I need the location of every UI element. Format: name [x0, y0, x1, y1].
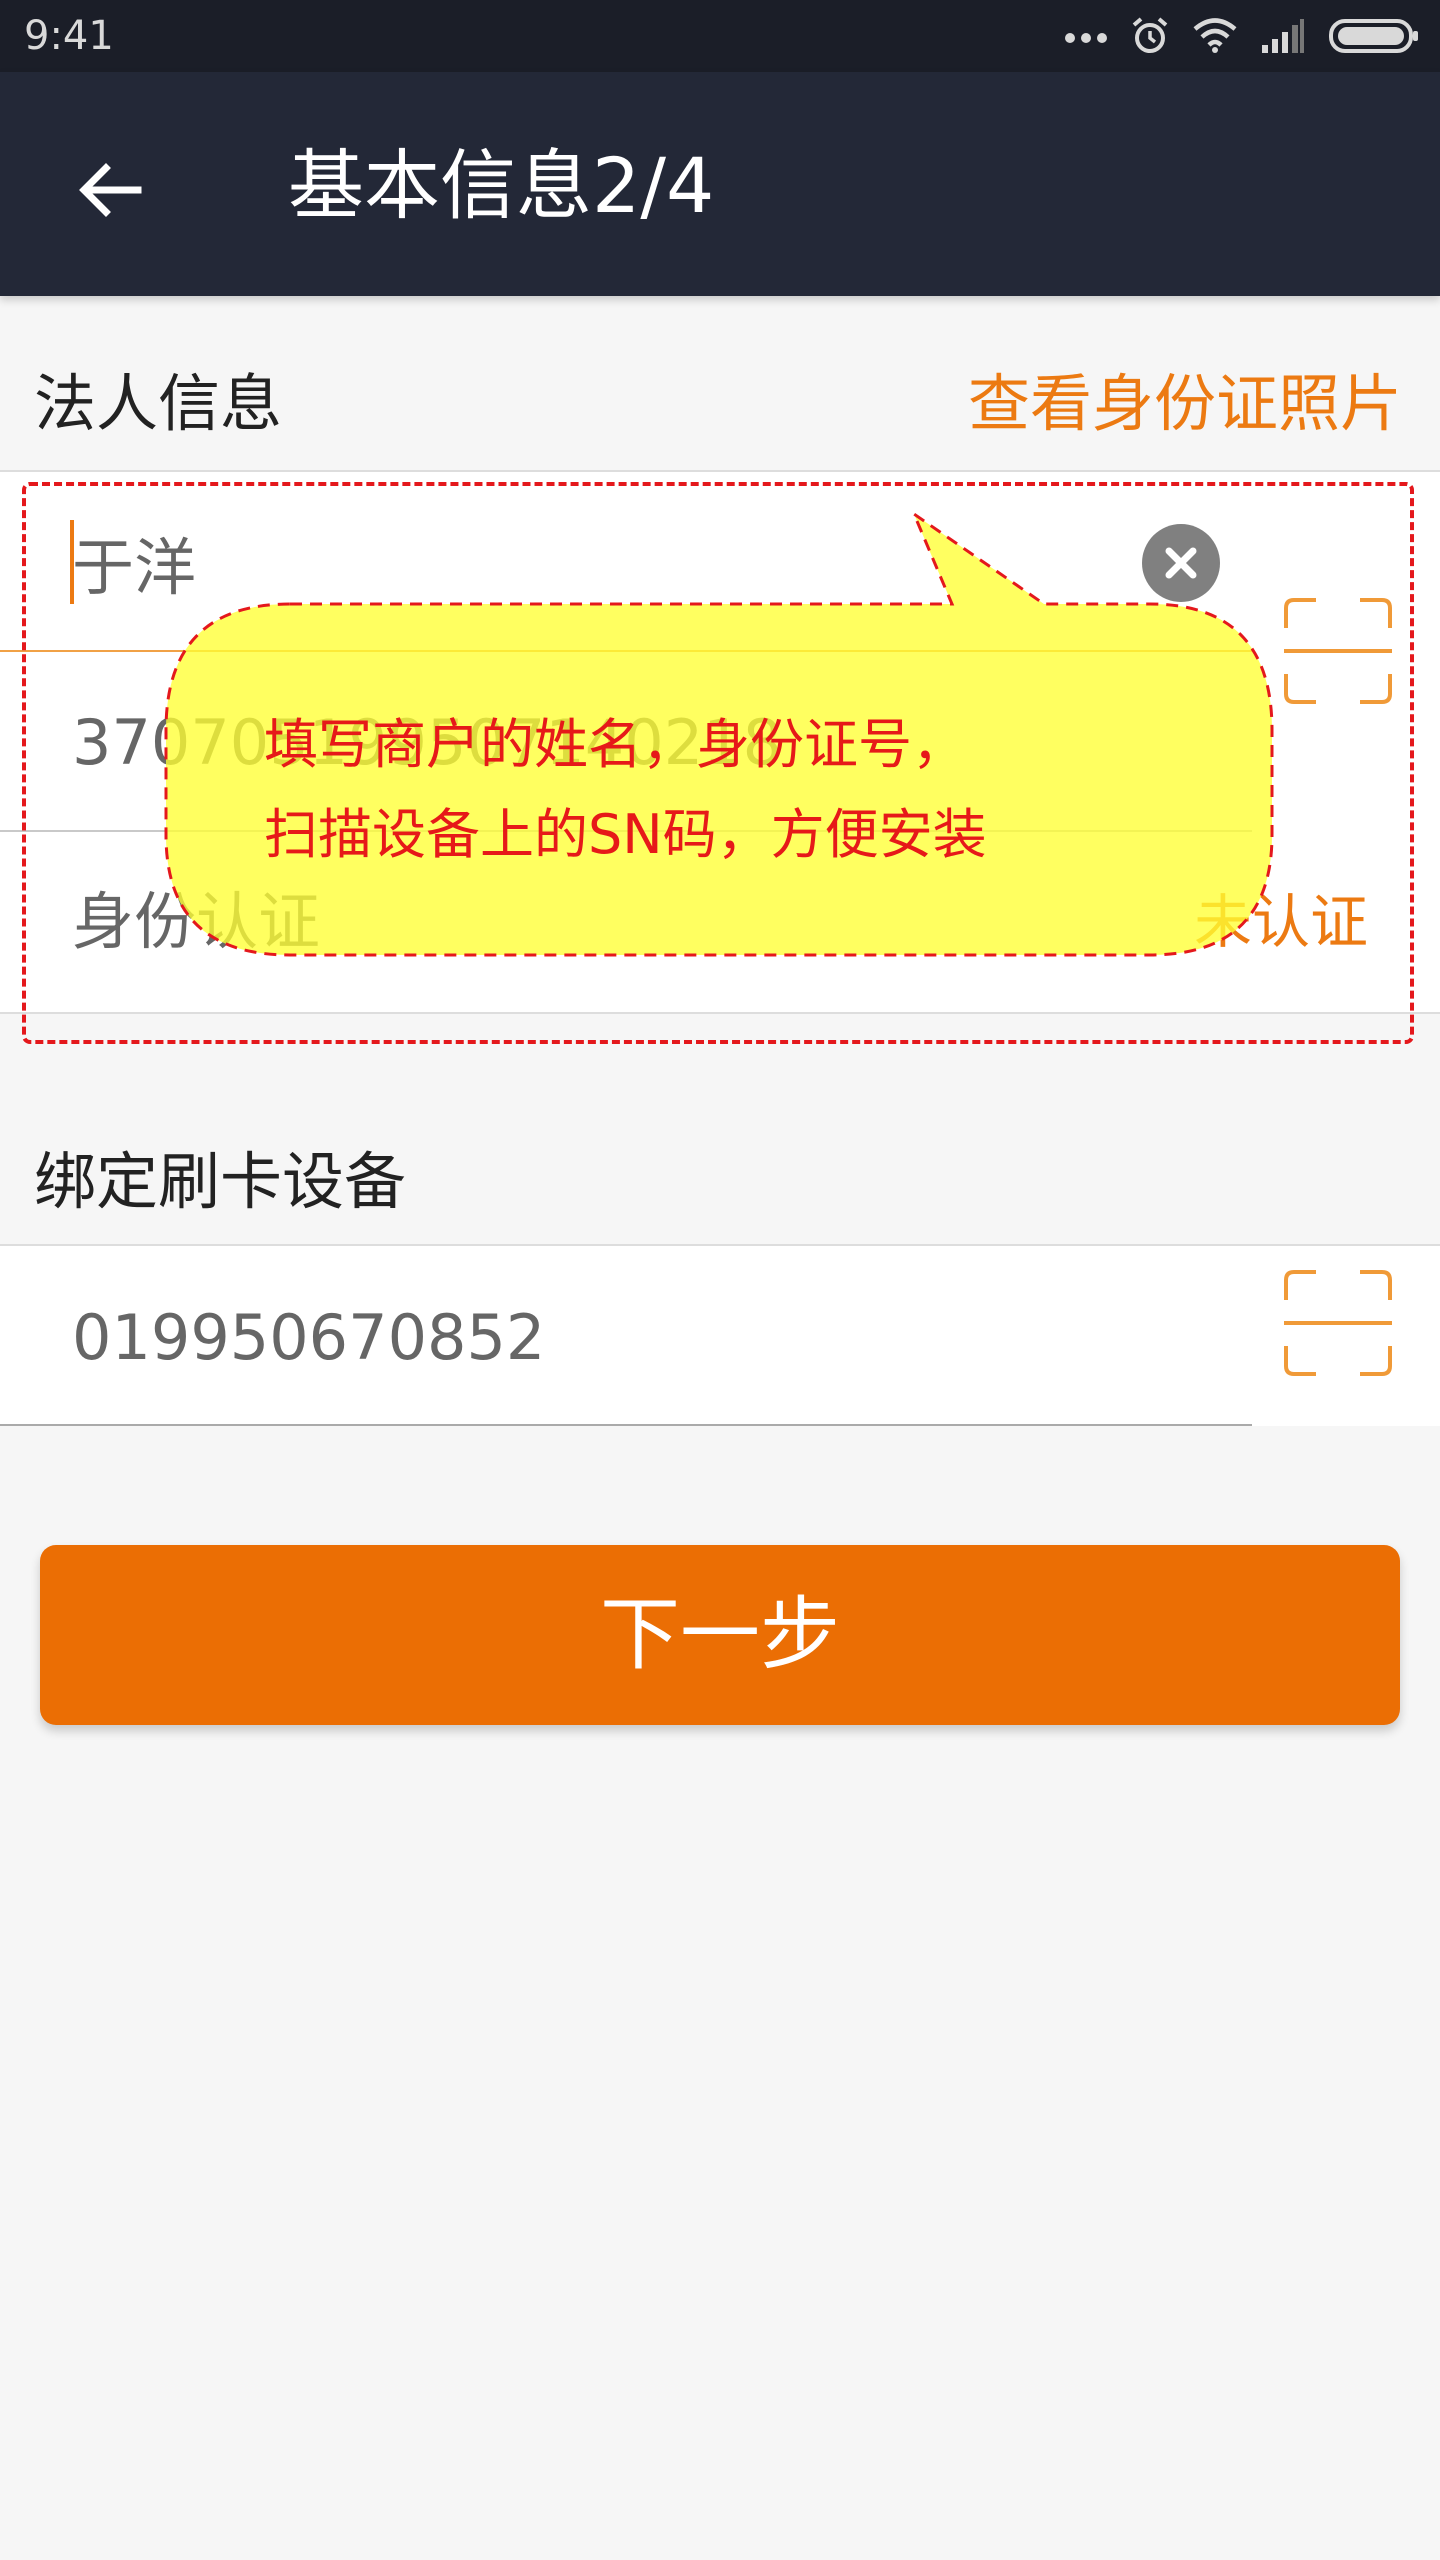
name-input[interactable]: 于洋	[72, 528, 196, 608]
legal-card-bottom-divider	[0, 1012, 1440, 1014]
name-input-row[interactable]: 于洋	[0, 490, 1250, 650]
battery-icon	[1329, 19, 1418, 53]
device-header: 绑定刷卡设备	[0, 1072, 1440, 1248]
scan-device-button[interactable]	[1284, 1270, 1392, 1376]
device-section-title: 绑定刷卡设备	[34, 1145, 407, 1218]
scan-icon	[1284, 598, 1392, 704]
device-sn-input[interactable]: 019950670852	[72, 1298, 545, 1378]
identity-verify-label: 身份认证	[72, 885, 321, 958]
view-id-photo-link[interactable]: 查看身份证照片	[968, 364, 1402, 444]
more-dots-icon	[1065, 33, 1107, 43]
device-sn-row[interactable]: 019950670852	[0, 1246, 1440, 1426]
legal-info-header: 法人信息 查看身份证照片	[0, 296, 1440, 472]
annotation-line-2: 扫描设备上的SN码，方便安装	[264, 803, 987, 866]
status-bar: 9:41	[0, 0, 1440, 72]
wifi-icon	[1193, 18, 1237, 53]
scan-icon	[1284, 1270, 1392, 1376]
scan-id-button[interactable]	[1284, 598, 1392, 704]
signal-icon	[1262, 19, 1304, 53]
status-time: 9:41	[24, 13, 114, 59]
legal-info-title: 法人信息	[34, 367, 283, 440]
back-button[interactable]	[50, 130, 170, 250]
page-title: 基本信息2/4	[288, 141, 715, 230]
next-step-button[interactable]: 下一步	[40, 1545, 1400, 1725]
clear-input-button[interactable]	[1142, 524, 1220, 602]
annotation-text: 填写商户的姓名，身份证号， 扫描设备上的SN码，方便安装	[264, 700, 1214, 880]
name-input-underline	[0, 650, 1252, 652]
status-icons	[1064, 12, 1420, 60]
device-sn-underline	[0, 1424, 1252, 1426]
app-bar: 基本信息2/4	[0, 72, 1440, 296]
identity-verify-status: 未认证	[1193, 888, 1368, 956]
back-arrow-icon	[79, 163, 142, 217]
alarm-icon	[1132, 17, 1168, 53]
close-icon	[1165, 547, 1197, 579]
annotation-line-1: 填写商户的姓名，身份证号，	[264, 713, 966, 776]
